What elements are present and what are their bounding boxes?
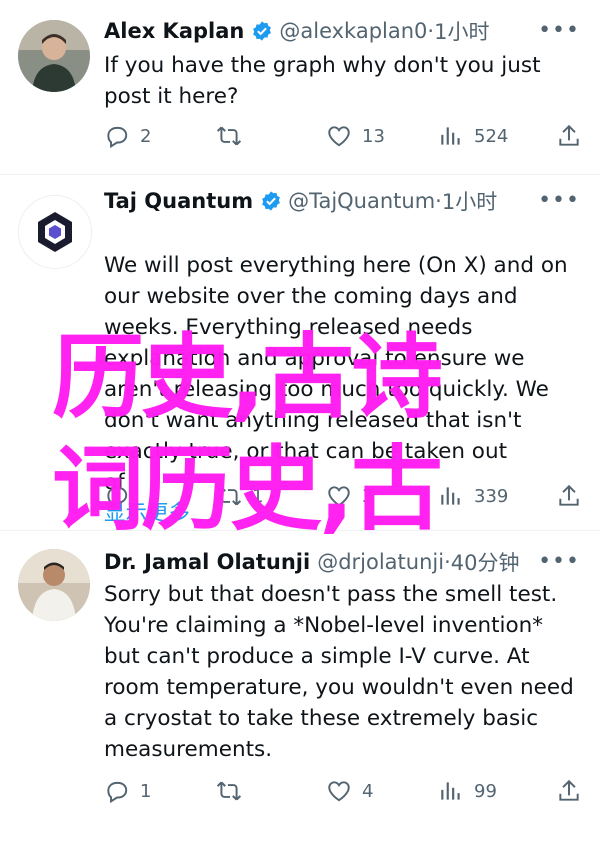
avatar[interactable] [18, 195, 92, 269]
timestamp[interactable]: 1小时 [442, 186, 497, 216]
retweet-icon [216, 781, 242, 801]
taj-quantum-logo [19, 196, 91, 268]
more-icon[interactable]: ••• [538, 18, 580, 43]
views-icon [441, 127, 460, 145]
author-name[interactable]: Taj Quantum [104, 189, 253, 213]
reply-icon [107, 126, 128, 149]
share-icon [559, 124, 579, 146]
tweet-alex-kaplan[interactable]: Alex Kaplan @alexkaplan0 · 1小时 ••• If yo… [0, 0, 600, 175]
tweet-actions: 2 13 524 [104, 119, 584, 153]
verified-badge-icon [253, 21, 272, 41]
like-count: 4 [362, 780, 374, 802]
author-handle[interactable]: @drjolatunji [317, 550, 444, 574]
timestamp[interactable]: 1小时 [434, 16, 489, 46]
timestamp[interactable]: 40分钟 [451, 547, 520, 577]
retweet-button[interactable] [216, 774, 252, 808]
author-handle[interactable]: @TajQuantum [288, 189, 435, 213]
like-button[interactable]: 13 [326, 119, 385, 153]
tweet-header: Dr. Jamal Olatunji @drjolatunji · 40分钟 •… [104, 545, 580, 579]
reply-button[interactable]: 2 [104, 119, 151, 153]
more-icon[interactable]: ••• [538, 188, 580, 213]
views-button[interactable]: 99 [438, 774, 497, 808]
more-icon[interactable]: ••• [538, 549, 580, 574]
retweet-button[interactable] [216, 119, 252, 153]
dot-separator: · [444, 550, 451, 574]
tweet-text: If you have the graph why don't you just… [104, 53, 541, 109]
share-button[interactable] [556, 119, 592, 153]
watermark-overlay-line-1: 历史,古诗 [52, 324, 443, 431]
avatar[interactable] [18, 20, 90, 92]
author-name[interactable]: Alex Kaplan [104, 19, 244, 43]
reply-icon [107, 781, 128, 804]
views-button[interactable]: 524 [438, 119, 508, 153]
tweet-text: Sorry but that doesn't pass the smell te… [104, 582, 574, 762]
dot-separator: · [427, 19, 435, 43]
author-name[interactable]: Dr. Jamal Olatunji [104, 550, 310, 574]
views-count: 99 [474, 780, 497, 802]
views-icon [441, 782, 460, 800]
retweet-icon [216, 126, 242, 146]
verified-badge-icon [262, 191, 280, 211]
share-icon [559, 779, 579, 801]
reply-count: 2 [140, 125, 152, 147]
avatar[interactable] [18, 549, 90, 621]
tweet-actions: 1 4 99 [104, 774, 584, 808]
tweet-jamal-olatunji[interactable]: Dr. Jamal Olatunji @drjolatunji · 40分钟 •… [0, 531, 600, 847]
tweet-header: Alex Kaplan @alexkaplan0 · 1小时 ••• [104, 14, 580, 48]
tweet-header: Taj Quantum @TajQuantum · 1小时 ••• [104, 184, 580, 218]
avatar-photo [18, 549, 90, 621]
share-button[interactable] [556, 774, 592, 808]
like-count: 13 [362, 125, 385, 147]
reply-button[interactable]: 1 [104, 774, 151, 808]
reply-count: 1 [140, 780, 152, 802]
watermark-overlay-line-2: 词历史,古 [52, 436, 443, 543]
author-handle[interactable]: @alexkaplan0 [279, 19, 427, 43]
dot-separator: · [435, 189, 442, 213]
like-icon [328, 126, 350, 147]
avatar-photo [18, 20, 90, 92]
views-count: 524 [474, 125, 509, 147]
like-button[interactable]: 4 [326, 774, 373, 808]
like-icon [328, 781, 350, 802]
